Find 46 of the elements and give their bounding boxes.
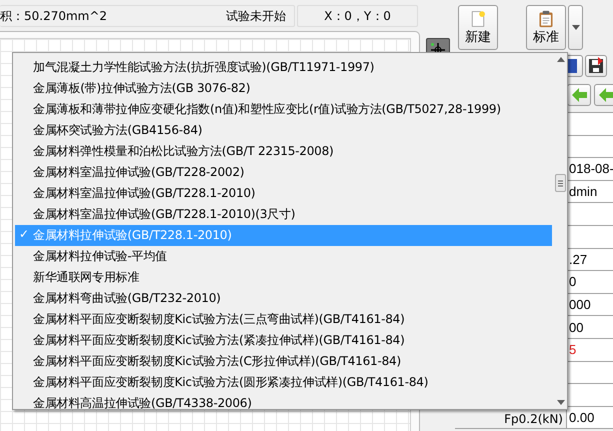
- menu-item[interactable]: 金属杯突试验方法(GB4156-84): [15, 120, 552, 141]
- table-cell: 018-08-: [567, 158, 613, 180]
- menu-item[interactable]: 加气混凝土力学性能试验方法(抗折强度试验)(GB/T11971-1997): [15, 57, 552, 78]
- menu-item[interactable]: 金属材料室温拉伸试验(GB/T228-2002): [15, 162, 552, 183]
- table-cell: [567, 226, 613, 248]
- standard-button[interactable]: 标准: [526, 5, 566, 50]
- table-cell: dmin: [567, 180, 613, 202]
- table-cell: .27: [567, 248, 613, 270]
- table-cell: [567, 203, 613, 225]
- menu-item[interactable]: 金属材料室温拉伸试验(GB/T228.1-2010)(3尺寸): [15, 204, 552, 225]
- left-arrow-icon: [598, 87, 613, 103]
- check-mark: ✓: [19, 227, 29, 241]
- scroll-up-icon[interactable]: [556, 57, 564, 62]
- table-cell: 5: [567, 338, 613, 361]
- left-arrow-icon: [570, 87, 588, 103]
- table-cell: [567, 362, 613, 384]
- table-cell: 00: [567, 316, 613, 338]
- menu-item[interactable]: 金属薄板(带)拉伸试验方法(GB 3076-82): [15, 78, 552, 99]
- coordinates-display: X：0，Y：0: [297, 5, 418, 27]
- table-cell: [567, 384, 613, 406]
- test-status: 试验未开始: [226, 8, 286, 24]
- back-button[interactable]: [594, 84, 613, 106]
- menu-item[interactable]: 金属材料拉伸试验-平均值: [15, 246, 552, 267]
- table-cell: [567, 136, 613, 158]
- menu-item[interactable]: 金属材料弹性模量和泊松比试验方法(GB/T 22315-2008): [15, 141, 552, 162]
- table-cell: 000: [567, 294, 613, 316]
- menu-item[interactable]: 金属材料弯曲试验(GB/T232-2010): [15, 288, 552, 309]
- menu-item[interactable]: 金属材料平面应变断裂韧度Kic试验方法(紧凑拉伸试样)(GB/T4161-84): [15, 330, 552, 351]
- menu-item[interactable]: 金属材料平面应变断裂韧度Kic试验方法(三点弯曲试样)(GB/T4161-84): [15, 309, 552, 330]
- book-icon: [565, 57, 579, 75]
- back-button[interactable]: [567, 84, 591, 106]
- menu-item[interactable]: 金属材料平面应变断裂韧度Kic试验方法(圆形紧凑拉伸试样)(GB/T4161-84): [15, 372, 552, 393]
- save-button[interactable]: [585, 55, 607, 77]
- grip-icon: [557, 180, 564, 186]
- new-button[interactable]: 新建: [458, 5, 498, 50]
- save-icon: [587, 57, 605, 75]
- area-label: 积：50.270mm^2: [0, 8, 108, 24]
- table-cell: 0.00: [567, 406, 613, 428]
- menu-item[interactable]: 新华通联网专用标准: [15, 267, 552, 288]
- menu-item[interactable]: 金属材料室温拉伸试验(GB/T228.1-2010): [15, 183, 552, 204]
- table-cell: [567, 113, 613, 135]
- menu-item[interactable]: 金属薄板和薄带拉伸应变硬化指数(n值)和塑性应变比(r值)试验方法(GB/T5027,28-1999): [15, 99, 552, 120]
- menu-item[interactable]: 金属材料平面应变断裂韧度Kic试验方法(C形拉伸试样)(GB/T4161-84): [15, 351, 552, 372]
- table-cell: 0: [567, 271, 613, 293]
- dropdown-button[interactable]: [568, 5, 583, 50]
- caret-icon: [570, 24, 580, 31]
